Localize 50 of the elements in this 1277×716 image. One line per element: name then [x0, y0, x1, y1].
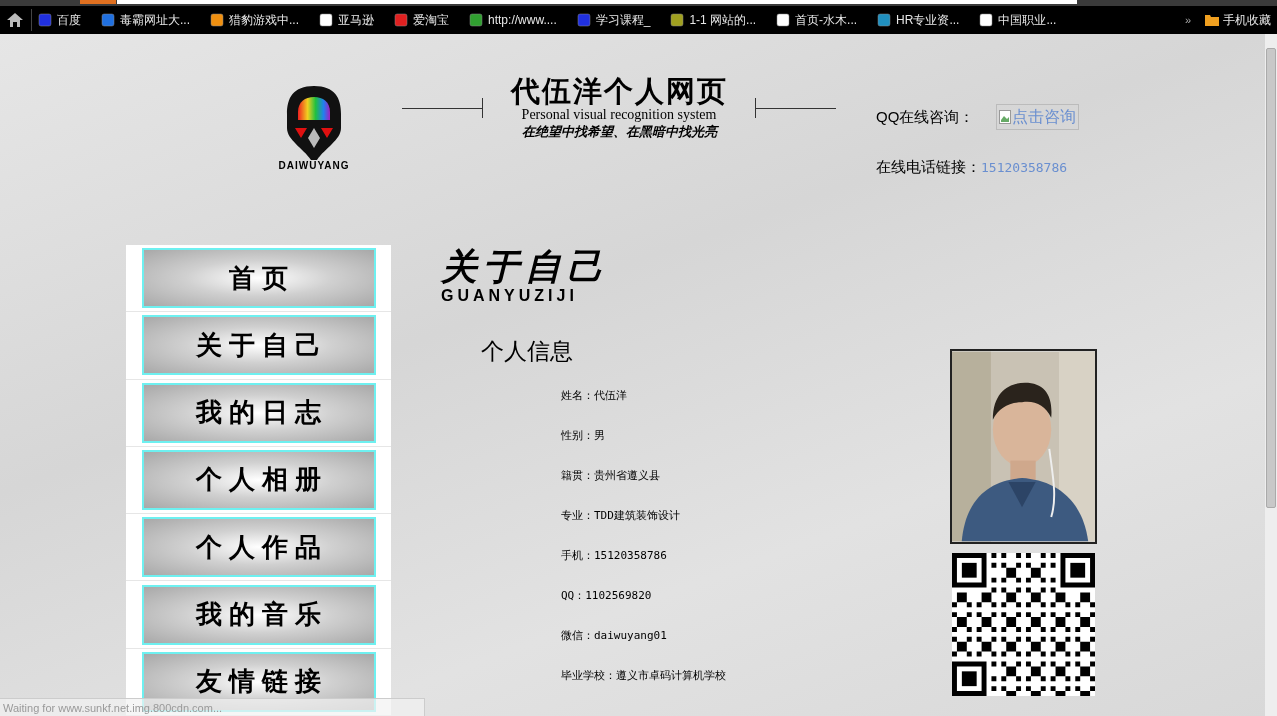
info-line: 专业：TDD建筑装饰设计: [561, 508, 681, 524]
nav-button[interactable]: 关 于 自 己: [141, 315, 376, 376]
info-line: 籍贯：贵州省遵义县: [561, 468, 661, 484]
nav-button[interactable]: 个 人 相 册: [141, 450, 376, 510]
nav-button[interactable]: 我 的 音 乐: [141, 584, 376, 645]
info-line: 毕业学校：遵义市卓码计算机学校: [561, 668, 727, 684]
info-line: 姓名：代伍洋: [561, 388, 628, 404]
info-line: QQ：1102569820: [561, 588, 653, 604]
nav-button[interactable]: 首 页: [141, 248, 376, 309]
bookmark-icon[interactable]: [469, 13, 484, 27]
bookmark-link[interactable]: http://www....: [488, 11, 557, 29]
home-icon[interactable]: [6, 12, 24, 28]
logo-icon: [285, 84, 343, 162]
bookmark-link[interactable]: 亚马逊: [338, 11, 375, 29]
bookmark-link[interactable]: 1-1 网站的...: [689, 11, 757, 29]
bookmark-icon[interactable]: [776, 13, 791, 27]
bookmark-link[interactable]: 首页-水木...: [795, 11, 858, 29]
bookmark-link[interactable]: 毒霸网址大...: [120, 11, 190, 29]
section-pinyin: GUANYUZIJI: [441, 289, 579, 303]
more-bookmarks-chevron[interactable]: »: [1184, 11, 1191, 29]
nav-button[interactable]: 我 的 日 志: [141, 382, 376, 443]
info-line: 手机：15120358786: [561, 548, 668, 564]
bookmark-link[interactable]: 中国职业...: [998, 11, 1057, 29]
site-subtitle: Personal visual recognition system: [521, 108, 717, 122]
bookmark-icon[interactable]: [210, 13, 224, 27]
bookmark-icon[interactable]: [319, 13, 334, 27]
site-slogan: 在绝望中找希望、在黑暗中找光亮: [521, 123, 717, 141]
section-title: 关于自己: [441, 245, 610, 289]
qq-label: QQ在线咨询：: [876, 106, 975, 127]
status-bar: Waiting for www.sunkf.net.img.800cdn.com...: [0, 698, 425, 716]
qr-code-icon: [950, 553, 1097, 696]
bookmark-link[interactable]: HR专业资...: [896, 11, 960, 29]
phone-label: 在线电话链接：: [876, 157, 981, 177]
scrollbar-thumb[interactable]: [1266, 48, 1276, 508]
broken-image-icon: [999, 110, 1012, 124]
bookmark-link[interactable]: 百度: [57, 11, 81, 29]
bookmark-icon[interactable]: [670, 13, 685, 27]
nav-button[interactable]: 个 人 作 品: [141, 517, 376, 578]
logo-text: DAIWUYANG: [278, 159, 350, 173]
scrollbar[interactable]: [1265, 34, 1277, 716]
info-line: 性别：男: [561, 428, 606, 444]
bookmark-link[interactable]: 爱淘宝: [413, 11, 450, 29]
bookmark-icon[interactable]: [979, 13, 994, 27]
folder-icon[interactable]: [1205, 14, 1219, 26]
bookmark-link[interactable]: 学习课程_: [595, 11, 651, 29]
site-title: 代伍洋个人网页: [510, 74, 728, 108]
info-line: 微信：daiwuyang01: [561, 628, 668, 644]
info-heading: 个人信息: [481, 337, 574, 366]
bookmark-folder[interactable]: 手机收藏: [1223, 11, 1271, 29]
bookmark-link[interactable]: 猎豹游戏中...: [229, 11, 300, 29]
